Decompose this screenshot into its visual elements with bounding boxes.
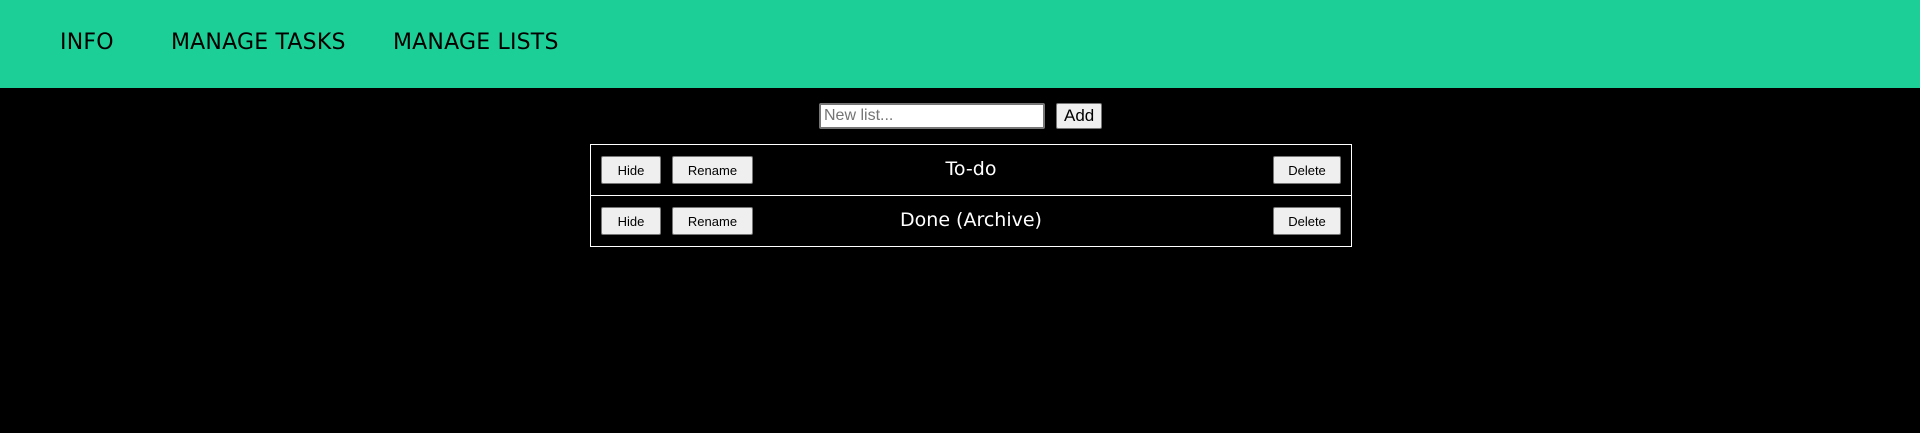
- rename-button[interactable]: Rename: [672, 207, 753, 235]
- add-list-button[interactable]: Add: [1056, 103, 1103, 129]
- rename-button[interactable]: Rename: [672, 156, 753, 184]
- delete-button[interactable]: Delete: [1273, 207, 1341, 235]
- add-list-form: Add: [819, 103, 1103, 129]
- new-list-input[interactable]: [819, 103, 1045, 129]
- lists-table: Hide Rename To-do Delete Hide Rename Don…: [590, 144, 1352, 247]
- delete-button[interactable]: Delete: [1273, 156, 1341, 184]
- hide-button[interactable]: Hide: [601, 156, 661, 184]
- nav-item-info[interactable]: INFO: [60, 30, 114, 55]
- nav-item-manage-lists[interactable]: MANAGE LISTS: [393, 30, 559, 55]
- hide-button[interactable]: Hide: [601, 207, 661, 235]
- nav-item-manage-tasks[interactable]: MANAGE TASKS: [171, 30, 346, 55]
- list-row-todo: Hide Rename To-do Delete: [590, 144, 1352, 196]
- top-navigation-bar: INFO MANAGE TASKS MANAGE LISTS: [0, 0, 1920, 88]
- list-row-done-archive: Hide Rename Done (Archive) Delete: [590, 195, 1352, 247]
